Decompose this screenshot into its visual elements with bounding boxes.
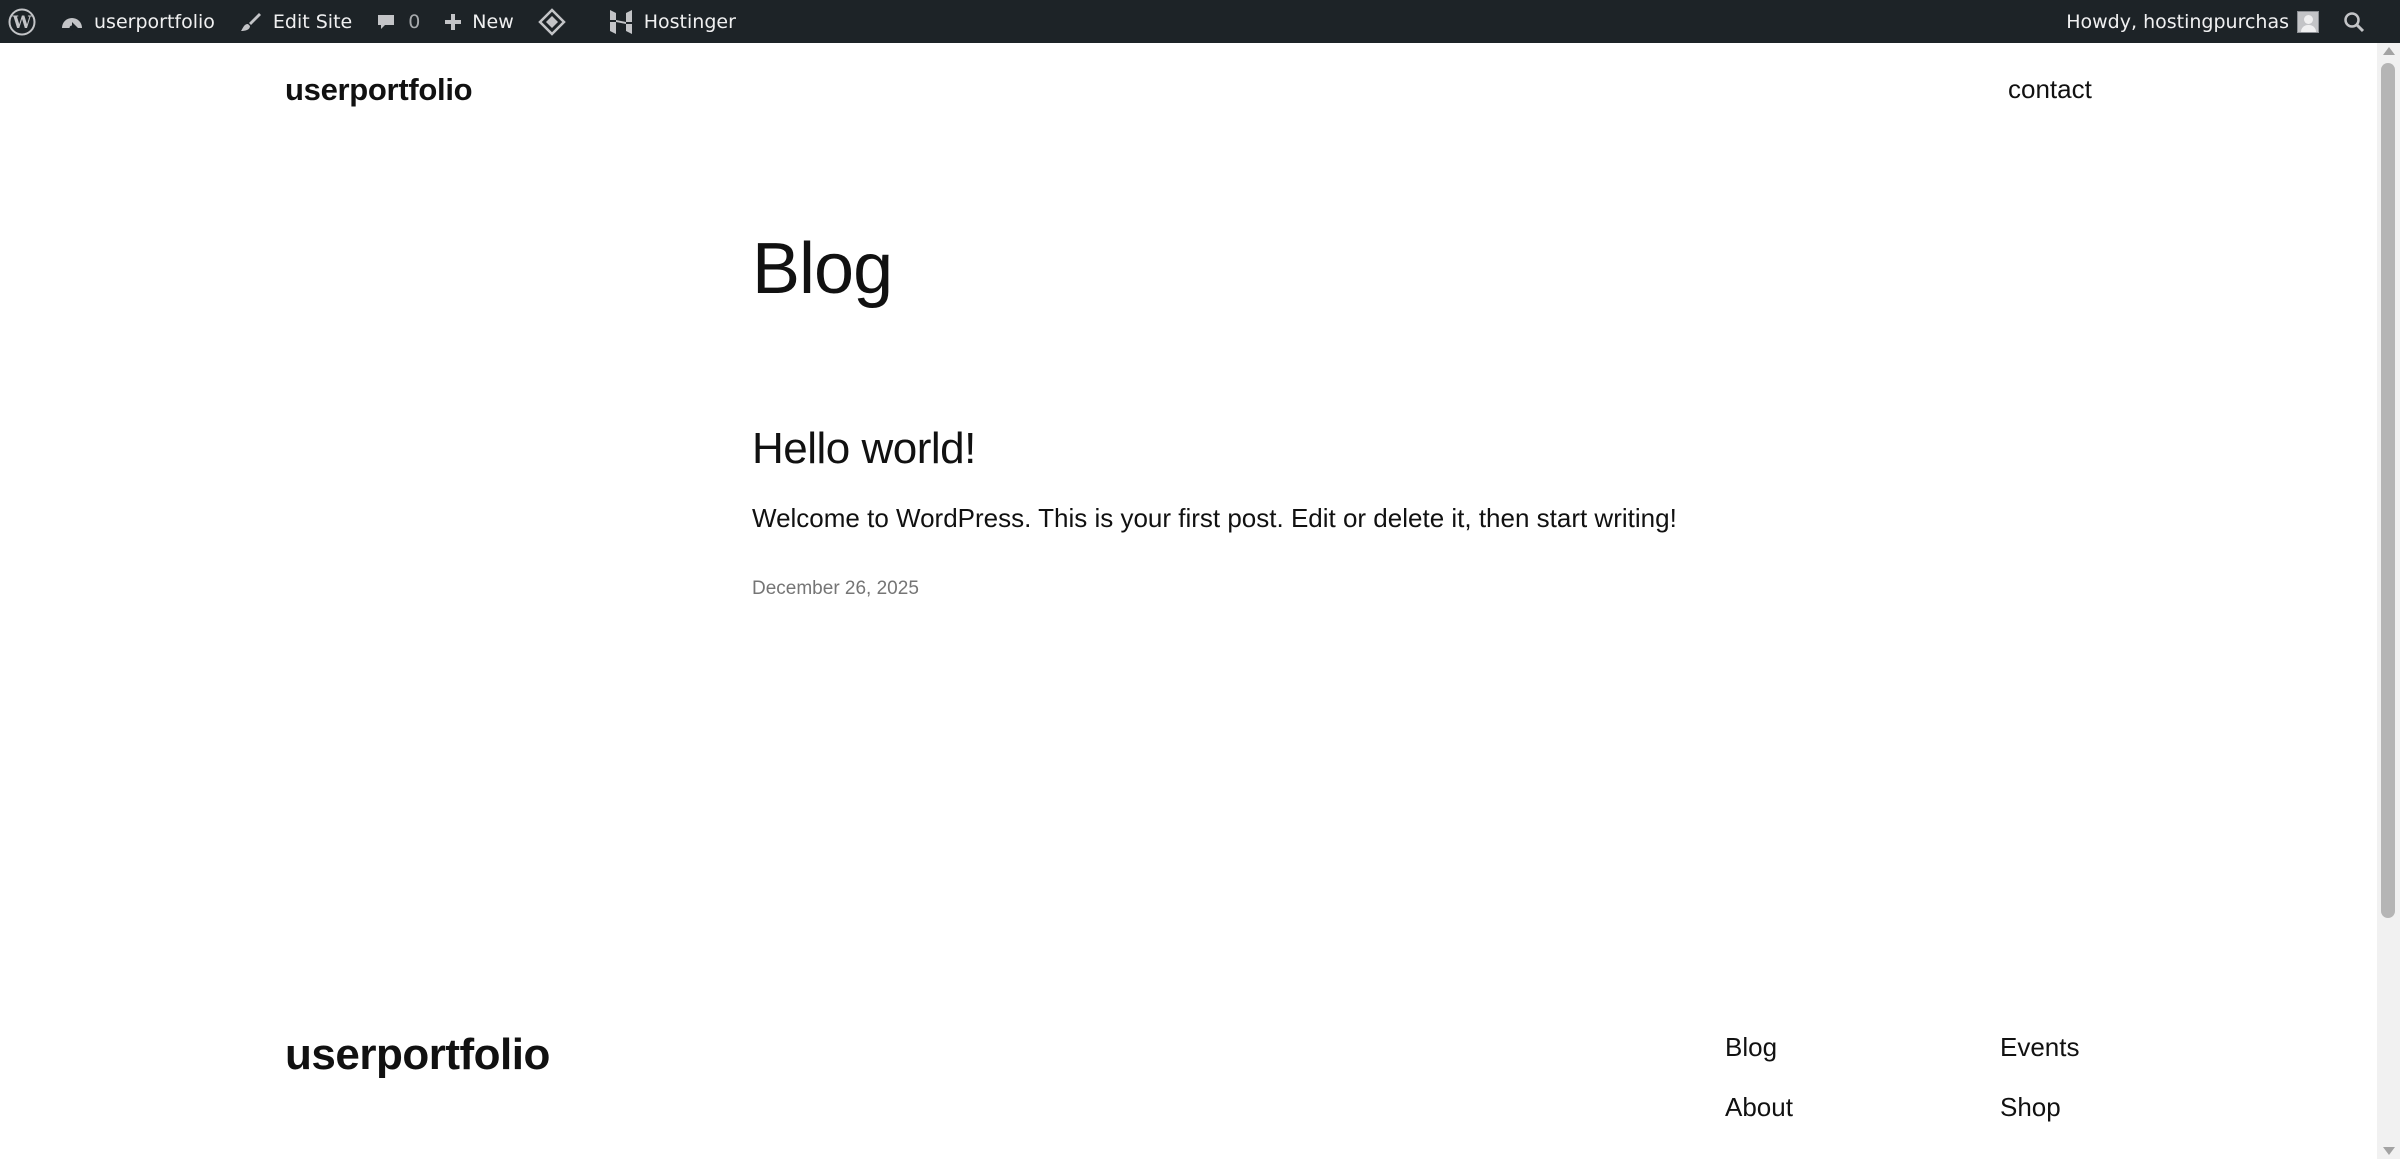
dashboard-icon (62, 17, 82, 30)
comments-menu[interactable]: 0 (364, 0, 432, 43)
site-name-label: userportfolio (94, 10, 215, 33)
scroll-down-arrow-icon[interactable] (2383, 1147, 2395, 1155)
wordpress-menu[interactable]: W (0, 0, 48, 43)
hostinger-menu[interactable]: Hostinger (596, 0, 748, 43)
search-menu[interactable] (2331, 0, 2377, 43)
hostinger-logo-icon (609, 9, 632, 34)
site-name-menu[interactable]: userportfolio (48, 0, 227, 43)
footer-link-events[interactable]: Events (2000, 1032, 2080, 1063)
scrollbar-thumb[interactable] (2381, 63, 2395, 918)
post-title[interactable]: Hello world! (752, 424, 976, 474)
hostinger-label: Hostinger (643, 10, 736, 33)
admin-bar: W userportfolio Edit Site 0 New Hostinge… (0, 0, 2400, 43)
footer-link-shop[interactable]: Shop (2000, 1092, 2061, 1123)
page-title: Blog (752, 229, 893, 309)
scroll-up-arrow-icon[interactable] (2383, 47, 2395, 55)
edit-site-label: Edit Site (272, 10, 353, 33)
edit-site-menu[interactable]: Edit Site (227, 0, 364, 43)
nav-link-contact[interactable]: contact (2008, 74, 2092, 105)
diamond-icon (537, 7, 566, 36)
footer-link-blog[interactable]: Blog (1725, 1032, 1777, 1063)
comment-count: 0 (408, 10, 421, 33)
search-icon (2344, 11, 2365, 32)
new-content-menu[interactable]: New (432, 0, 525, 43)
footer-site-title[interactable]: userportfolio (285, 1030, 550, 1080)
brush-icon (240, 12, 261, 31)
comment-icon (378, 14, 395, 29)
my-account-menu[interactable]: Howdy, hostingpurchas (2054, 0, 2331, 43)
site-title[interactable]: userportfolio (285, 72, 473, 108)
admin-bar-right: Howdy, hostingpurchas (2054, 0, 2377, 43)
plus-icon (445, 13, 462, 30)
avatar-icon (2297, 10, 2319, 33)
wordpress-logo-icon: W (8, 8, 36, 35)
post-date: December 26, 2025 (752, 578, 919, 599)
vertical-scrollbar[interactable] (2377, 43, 2400, 1159)
howdy-label: Howdy, hostingpurchas (2066, 10, 2289, 33)
new-label: New (472, 10, 514, 33)
footer-link-about[interactable]: About (1725, 1092, 1793, 1123)
svg-text:W: W (11, 13, 32, 33)
post-excerpt: Welcome to WordPress. This is your first… (752, 503, 1677, 533)
admin-bar-left: W userportfolio Edit Site 0 New Hostinge… (0, 0, 748, 43)
diamond-menu[interactable] (526, 0, 578, 43)
